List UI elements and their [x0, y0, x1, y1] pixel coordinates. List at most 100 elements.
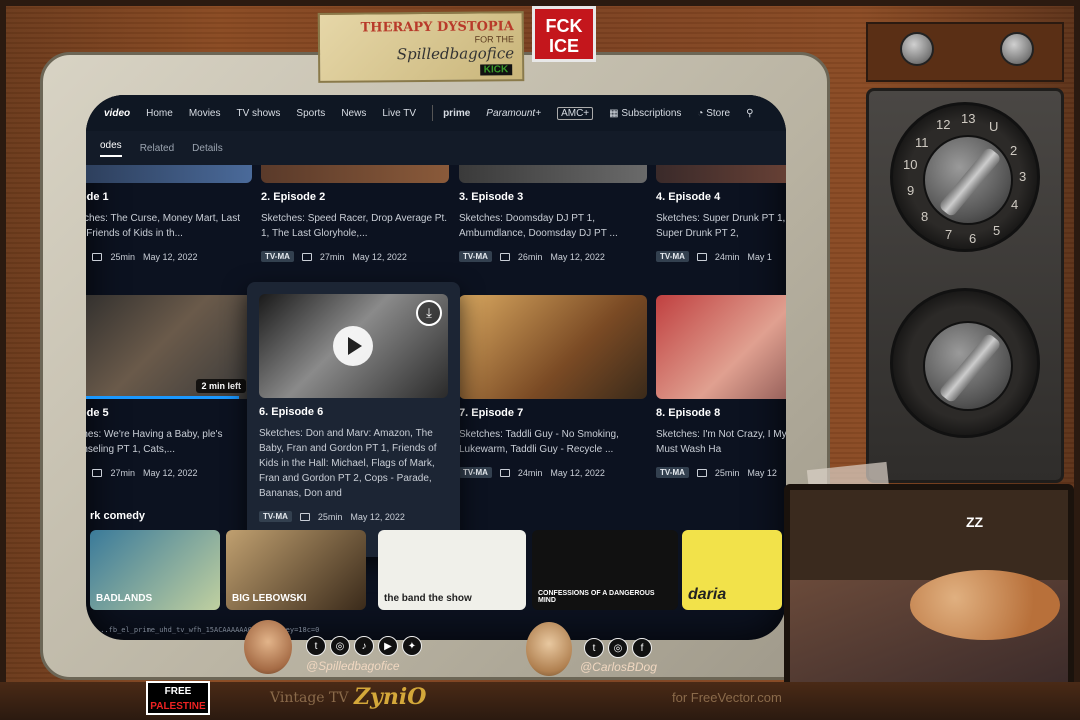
nav-live-tv[interactable]: Live TV	[382, 108, 416, 119]
subtitle-icon	[299, 512, 310, 521]
nav-news[interactable]: News	[341, 108, 366, 119]
download-icon: ⤓	[426, 305, 432, 320]
episode-title: 8. Episode 8	[656, 407, 721, 419]
subtitle-icon	[499, 468, 510, 477]
handle-spilledbagofice[interactable]: @Spilledbagofice	[306, 659, 400, 673]
subtitle-icon	[92, 468, 103, 477]
nav-subscriptions[interactable]: ▦ Subscriptions	[609, 108, 681, 119]
twitter-icon[interactable]: t	[306, 636, 326, 656]
poster-4[interactable]: CONFESSIONS OF A DANGEROUS MIND	[532, 530, 678, 610]
search-icon[interactable]: ⚲	[746, 108, 753, 119]
episode-title: 3. Episode 3	[459, 191, 524, 203]
play-button[interactable]	[333, 326, 373, 366]
poster-5[interactable]: daria	[682, 530, 782, 610]
episode-card-1[interactable]: pisode 1 Sketches: The Curse, Money Mart…	[86, 165, 252, 262]
social-links-2: t ◎ f	[584, 638, 652, 658]
episode-description: Sketches: Doomsday DJ PT 1, Ambumdlance,…	[459, 213, 618, 239]
sleep-zz: ZZ	[966, 514, 984, 530]
episode-card-2[interactable]: 2. Episode 2 Sketches: Speed Racer, Drop…	[261, 165, 449, 262]
poster-2[interactable]: BIG LEBOWSKI	[226, 530, 366, 610]
nav-amc[interactable]: AMC+	[557, 106, 594, 120]
episode-thumbnail[interactable]	[86, 165, 252, 183]
time-left-badge: 2 min left	[196, 379, 246, 393]
handle-carlosbdog[interactable]: @CarlosBDog	[580, 660, 657, 674]
subtitle-icon	[301, 252, 312, 261]
download-button[interactable]: ⤓	[416, 300, 442, 326]
episode-thumbnail[interactable]	[261, 165, 449, 183]
subtitle-icon	[92, 252, 103, 261]
tv-knob-small-right[interactable]	[1000, 32, 1034, 66]
episode-thumbnail[interactable]: 2 min left	[86, 295, 252, 399]
tv-top-panel	[866, 22, 1064, 82]
twitter-icon[interactable]: t	[584, 638, 604, 658]
youtube-icon[interactable]: ▶	[378, 636, 398, 656]
episode-card-3[interactable]: 3. Episode 3 Sketches: Doomsday DJ PT 1,…	[459, 165, 647, 262]
nav-sports[interactable]: Sports	[296, 108, 325, 119]
episode-title: 2. Episode 2	[261, 191, 326, 203]
episode-title: pisode 1	[86, 191, 109, 203]
episode-meta: MA27minMay 12, 2022	[86, 467, 252, 478]
rating-badge: TV-MA	[656, 251, 689, 262]
bag-icon: ◔	[697, 107, 707, 119]
fck-ice-sticker: FCK ICE	[532, 6, 596, 62]
episode-thumbnail[interactable]	[656, 295, 786, 399]
nav-brand[interactable]: video	[104, 108, 130, 119]
rating-badge: TV-MA	[259, 511, 292, 522]
episode-meta: TV-MA 26min May 12, 2022	[459, 251, 647, 262]
channel-dial[interactable]: 12 13 U 2 3 4 5 6 7 8 9 10 11	[890, 102, 1040, 252]
episode-thumbnail[interactable]: ⤓	[259, 294, 448, 398]
episode-meta: MA25minMay 12, 2022	[86, 251, 252, 262]
nav-paramount[interactable]: Paramount+	[486, 108, 541, 119]
poster-1[interactable]: BADLANDS	[90, 530, 220, 610]
vintage-label: Vintage TV	[270, 690, 349, 706]
episode-card-7[interactable]: 7. Episode 7 Sketches: Taddli Guy - No S…	[459, 295, 647, 478]
tab-related[interactable]: Related	[140, 143, 174, 154]
episode-thumbnail[interactable]	[459, 295, 647, 399]
episode-description: Sketches: Taddli Guy - No Smoking, Lukew…	[459, 429, 619, 455]
episode-title: 4. Episode 4	[656, 191, 721, 203]
episode-meta: TV-MA 27min May 12, 2022	[261, 251, 449, 262]
creator-avatar	[244, 620, 292, 674]
episode-thumbnail[interactable]	[459, 165, 647, 183]
subtitle-icon	[499, 252, 510, 261]
nav-prime[interactable]: prime	[443, 108, 470, 119]
instagram-icon[interactable]: ◎	[330, 636, 350, 656]
nav-home[interactable]: Home	[146, 108, 173, 119]
bluesky-icon[interactable]: ✦	[402, 636, 422, 656]
tab-episodes[interactable]: odes	[100, 140, 122, 157]
episode-description: Sketches: Speed Racer, Drop Average Pt. …	[261, 213, 448, 239]
episode-title: 6. Episode 6	[259, 406, 324, 418]
episode-meta: TV-MA 25min May 12, 2022	[259, 511, 448, 522]
nav-store[interactable]: ◔ Store	[697, 108, 730, 119]
volume-dial[interactable]	[890, 288, 1040, 438]
episode-card-5[interactable]: 2 min left pisode 5 ketches: We're Havin…	[86, 295, 252, 478]
episode-description: Sketches: Super Drunk PT 1, la Rut, Supe…	[656, 213, 786, 239]
rating-badge: TV-MA	[459, 467, 492, 478]
tv-knob-small-left[interactable]	[900, 32, 934, 66]
play-icon	[348, 337, 362, 355]
top-nav: video Home Movies TV shows Sports News L…	[86, 95, 786, 131]
episode-meta: TV-MA 24min May 1	[656, 251, 786, 262]
watch-progress-bar	[86, 396, 239, 399]
nav-tv-shows[interactable]: TV shows	[237, 108, 281, 119]
episode-card-4[interactable]: 4. Episode 4 Sketches: Super Drunk PT 1,…	[656, 165, 786, 262]
subtitle-icon	[696, 468, 707, 477]
instagram-icon[interactable]: ◎	[608, 638, 628, 658]
nav-movies[interactable]: Movies	[189, 108, 221, 119]
rating-badge: TV-MA	[261, 251, 294, 262]
credit-label: for FreeVector.com	[672, 690, 782, 705]
therapy-dystopia-sticker: THERAPY DYSTOPIA FOR THE Spilledbagofice…	[317, 11, 525, 83]
grid-icon: ▦	[609, 107, 622, 119]
episode-card-6-expanded[interactable]: ⤓ 6. Episode 6 Sketches: Don and Marv: A…	[247, 282, 460, 557]
episode-description: ketches: We're Having a Baby, ple's Coun…	[86, 429, 223, 455]
episode-thumbnail[interactable]	[656, 165, 786, 183]
episode-meta: TV-MA 24min May 12, 2022	[459, 467, 647, 478]
tv-screen: video Home Movies TV shows Sports News L…	[86, 95, 786, 640]
tiktok-icon[interactable]: ♪	[354, 636, 374, 656]
poster-3[interactable]: the band the show	[378, 530, 526, 610]
section-title: rk comedy	[90, 510, 146, 522]
tab-details[interactable]: Details	[192, 143, 223, 154]
facebook-icon[interactable]: f	[632, 638, 652, 658]
episode-card-8[interactable]: 8. Episode 8 Sketches: I'm Not Crazy, I …	[656, 295, 786, 478]
episode-title: 7. Episode 7	[459, 407, 524, 419]
